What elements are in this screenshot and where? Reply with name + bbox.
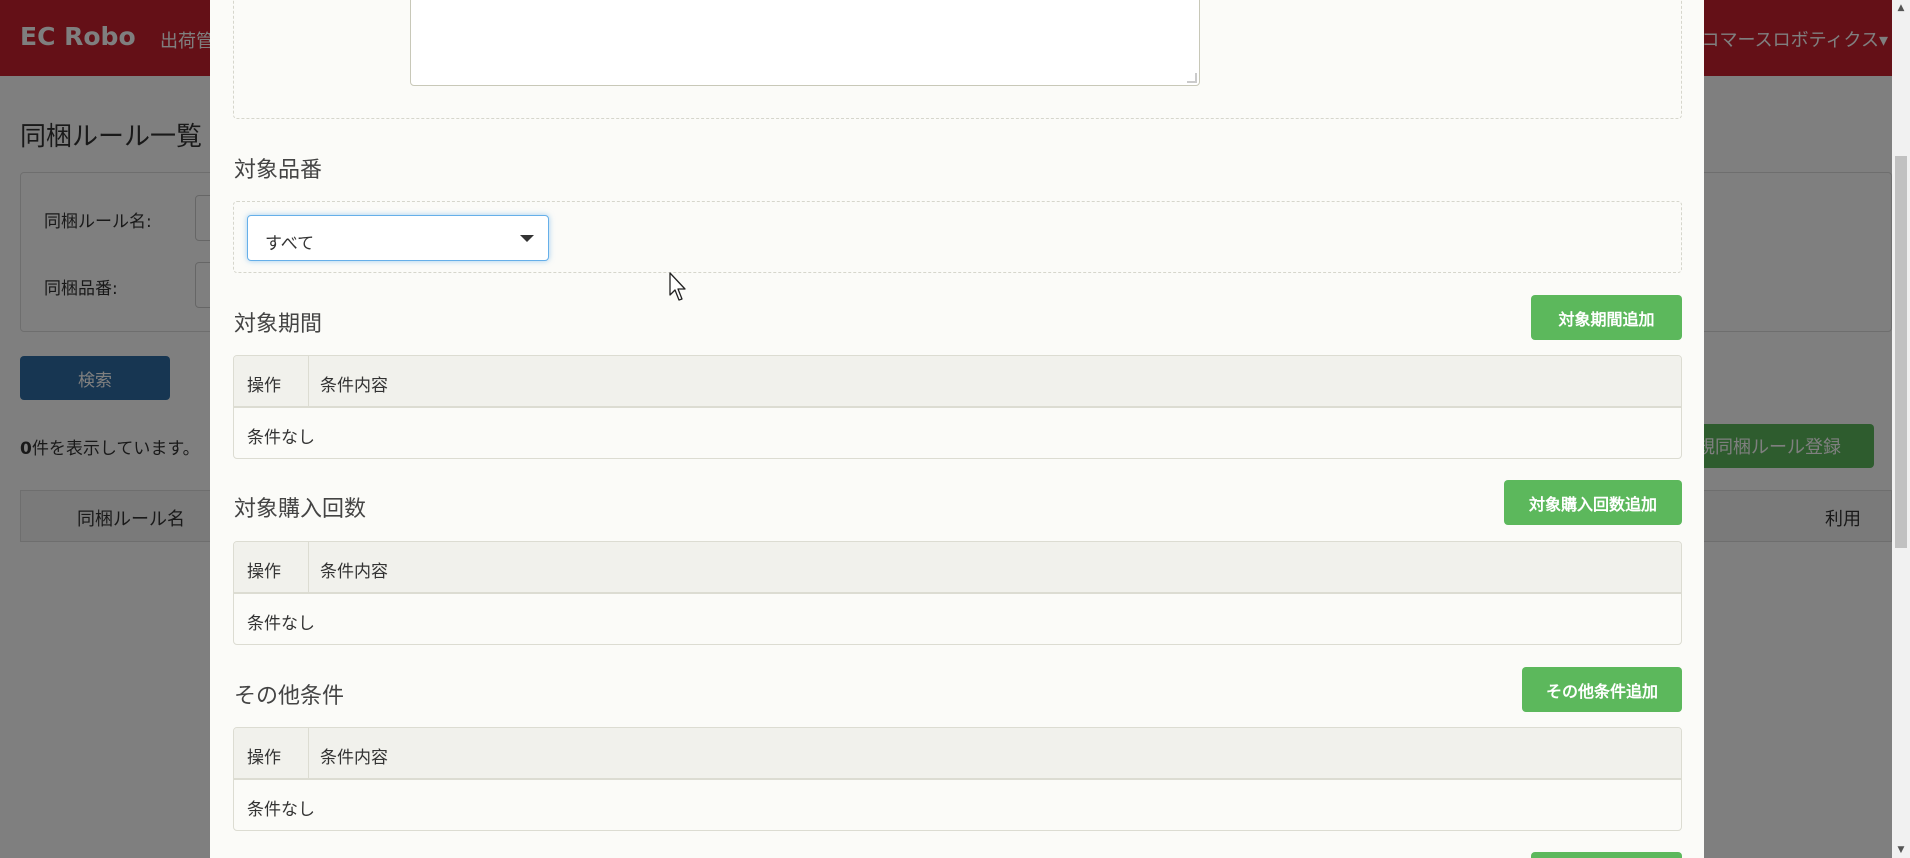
target-period-title: 対象期間 — [234, 312, 323, 337]
other-conditions-title: その他条件 — [234, 684, 345, 709]
scroll-down-icon[interactable]: ▼ — [1892, 842, 1910, 858]
resize-grip-icon[interactable] — [1187, 73, 1197, 83]
column-divider — [308, 356, 309, 408]
column-operation: 操作 — [247, 562, 281, 582]
rule-edit-modal: 対象品番 すべて 対象期間 対象期間追加 操作 条件内容 条件なし 対象購入回数… — [210, 0, 1704, 858]
memo-textarea[interactable] — [410, 0, 1200, 86]
purchase-count-table-header: 操作 条件内容 — [234, 542, 1681, 594]
caret-down-icon — [520, 235, 534, 242]
target-product-panel: すべて — [233, 201, 1682, 273]
purchase-count-table: 操作 条件内容 条件なし — [233, 541, 1682, 645]
scroll-up-icon[interactable]: ▲ — [1892, 0, 1910, 16]
next-add-button-partial[interactable] — [1531, 852, 1682, 858]
scroll-thumb[interactable] — [1895, 156, 1907, 548]
column-condition-content: 条件内容 — [320, 748, 388, 768]
column-operation: 操作 — [247, 376, 281, 396]
column-divider — [308, 542, 309, 594]
target-product-select[interactable]: すべて — [247, 215, 549, 261]
add-purchase-count-button[interactable]: 対象購入回数追加 — [1504, 480, 1682, 525]
target-period-table-header: 操作 条件内容 — [234, 356, 1681, 408]
other-conditions-table: 操作 条件内容 条件なし — [233, 727, 1682, 831]
column-condition-content: 条件内容 — [320, 562, 388, 582]
target-period-empty: 条件なし — [247, 428, 315, 448]
add-target-period-button[interactable]: 対象期間追加 — [1531, 295, 1682, 340]
other-conditions-empty: 条件なし — [247, 800, 315, 820]
column-divider — [308, 728, 309, 780]
page-scrollbar[interactable]: ▲ ▼ — [1892, 0, 1910, 858]
target-product-title: 対象品番 — [234, 158, 323, 183]
column-operation: 操作 — [247, 748, 281, 768]
memo-panel — [233, 0, 1682, 119]
purchase-count-empty: 条件なし — [247, 614, 315, 634]
purchase-count-title: 対象購入回数 — [234, 497, 367, 522]
other-conditions-table-header: 操作 条件内容 — [234, 728, 1681, 780]
add-other-condition-button[interactable]: その他条件追加 — [1522, 667, 1682, 712]
mouse-cursor-icon — [669, 272, 686, 301]
target-product-select-value: すべて — [265, 234, 315, 254]
column-condition-content: 条件内容 — [320, 376, 388, 396]
target-period-table: 操作 条件内容 条件なし — [233, 355, 1682, 459]
